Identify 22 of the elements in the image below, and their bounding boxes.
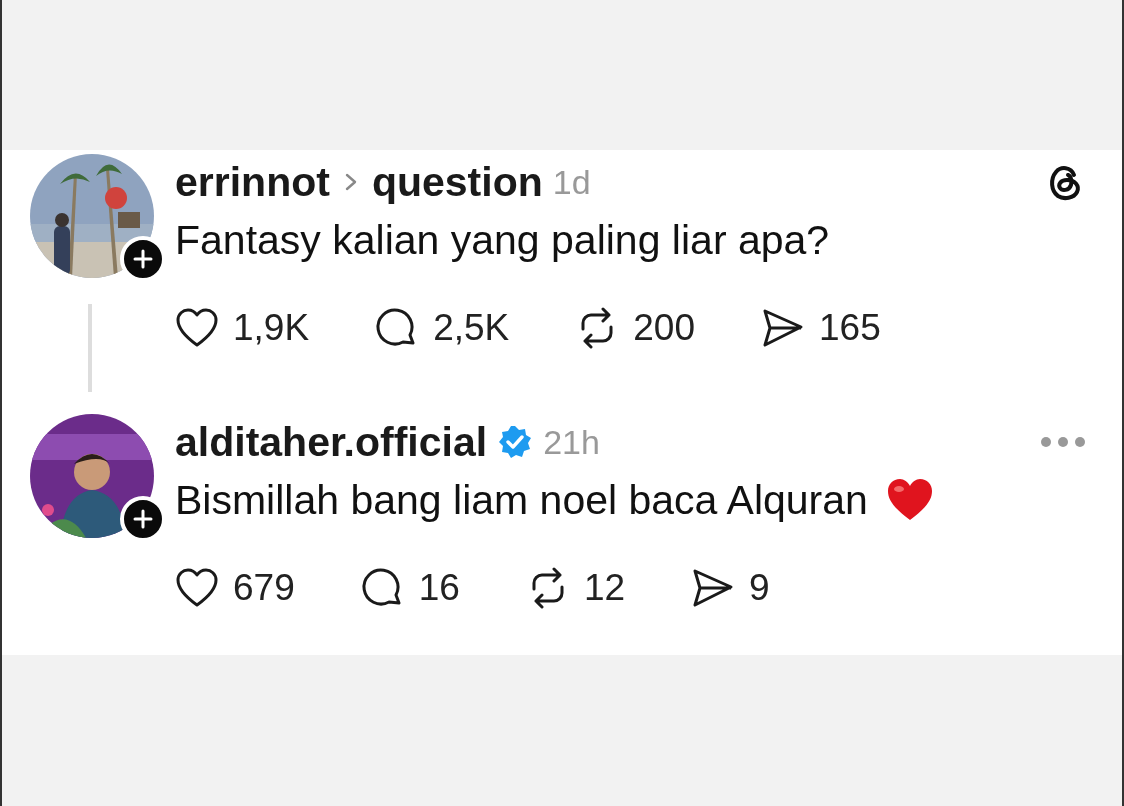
share-button[interactable]: 165 [761, 307, 881, 349]
like-button[interactable]: 1,9K [175, 307, 310, 349]
send-icon [761, 307, 805, 349]
reply-button[interactable]: 16 [360, 567, 460, 609]
username[interactable]: alditaher.official [175, 418, 488, 466]
post-text: Fantasy kalian yang paling liar apa? [175, 216, 830, 264]
chevron-icon [343, 171, 358, 193]
plus-icon [133, 249, 153, 269]
post-time: 21h [543, 422, 600, 462]
post-text: Bismillah bang liam noel baca Alquran [175, 476, 868, 524]
heart-icon [175, 307, 219, 349]
share-button[interactable]: 9 [691, 567, 770, 609]
more-options-icon[interactable] [1040, 436, 1086, 448]
plus-icon [133, 509, 153, 529]
post-time: 1d [552, 162, 591, 202]
heart-icon [175, 567, 219, 609]
repost-button[interactable]: 12 [525, 567, 626, 609]
topic-link[interactable]: question [371, 158, 543, 206]
like-button[interactable]: 679 [175, 567, 295, 609]
repost-button[interactable]: 200 [575, 307, 695, 349]
username[interactable]: errinnot [175, 158, 330, 206]
reply-button[interactable]: 2,5K [375, 307, 510, 349]
